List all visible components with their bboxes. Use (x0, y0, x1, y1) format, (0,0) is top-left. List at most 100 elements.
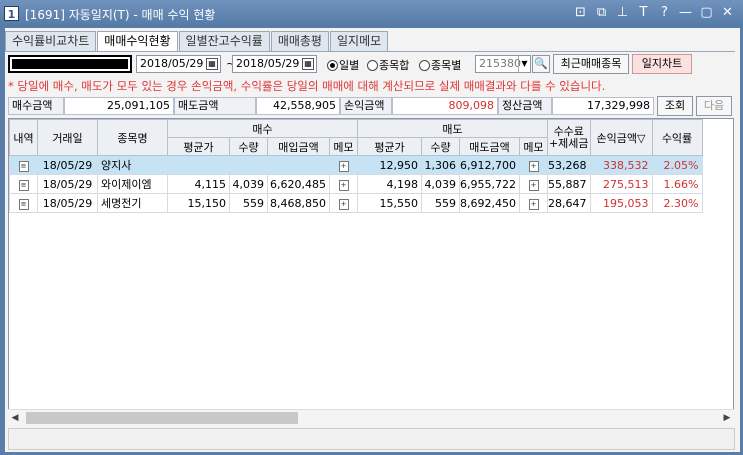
trade-table: 내역 거래일 종목명 매수 매도 수수료 +제세금 손익금액▽ 수익률 평균가 … (8, 118, 734, 425)
memo-icon[interactable]: + (528, 161, 539, 172)
cell-detail[interactable]: ≡ (9, 174, 38, 194)
header-name[interactable]: 종목명 (97, 119, 168, 156)
radio-by-stock-dot[interactable] (419, 59, 430, 71)
tab-bar: 수익률비교차트 매매수익현황 일별잔고수익률 매매총평 일지메모 (5, 31, 389, 52)
text-icon[interactable]: T (636, 5, 651, 21)
cell-buy-qty: 4,039 (229, 174, 268, 194)
tab-1[interactable]: 매매수익현황 (97, 31, 178, 52)
cell-detail[interactable]: ≡ (9, 155, 38, 175)
header-buy-qty[interactable]: 수량 (229, 137, 268, 156)
tab-3[interactable]: 매매총평 (270, 31, 329, 51)
table-row[interactable]: ≡ 18/05/29 와이제이엠 4,115 4,039 6,620,485 +4,198 4… (9, 174, 703, 194)
memo-icon[interactable]: + (338, 161, 349, 172)
tab-4[interactable]: 일지메모 (329, 31, 389, 51)
cell-pnl: 195,053 (589, 193, 653, 213)
help-icon[interactable]: ? (657, 5, 672, 21)
next-button[interactable]: 다음 (696, 96, 732, 116)
account-redaction (12, 59, 128, 69)
cell-buy-amt: 8,468,850 (267, 193, 330, 213)
date-to-field[interactable]: 2018/05/29 ▦ (232, 55, 317, 73)
sort-icon[interactable]: ▽ (637, 132, 645, 145)
search-icon[interactable]: 🔍 (532, 55, 550, 73)
window-title: [1691] 자동일지(T) - 매매 수익 현황 (25, 8, 216, 22)
header-buy-memo[interactable]: 메모 (329, 137, 358, 156)
cell-sell-memo[interactable]: + (519, 174, 548, 194)
memo-icon[interactable]: + (528, 180, 539, 191)
table-row[interactable]: ≡ 18/05/29 세명전기 15,150 559 8,468,850 +15,550 55… (9, 193, 703, 213)
recent-trades-button[interactable]: 최근매매종목 (553, 54, 629, 74)
radio-daily[interactable]: 일별 (327, 57, 359, 73)
header-sell-avg[interactable]: 평균가 (357, 137, 422, 156)
title-bar[interactable]: 1 [1691] 자동일지(T) - 매매 수익 현황 ⊡ ⧉ ⊥ T? — ▢ ✕ (0, 0, 743, 27)
toolbar: 2018/05/29 ▦ ~ 2018/05/29 ▦ 일별 종목합 종목별 2… (5, 53, 735, 75)
cell-sell-qty: 1,306 (421, 155, 460, 175)
status-bar (8, 428, 735, 450)
summary-bar: 매수금액 25,091,105 매도금액 42,558,905 손익금액 809… (5, 96, 735, 116)
minimize-icon[interactable]: — (678, 5, 693, 21)
cell-buy-memo[interactable]: + (329, 155, 358, 175)
radio-by-stock[interactable]: 종목별 (419, 57, 461, 73)
cell-sell-qty: 4,039 (421, 174, 460, 194)
memo-icon[interactable]: + (338, 199, 349, 210)
copy-icon[interactable]: ⧉ (594, 5, 609, 21)
cell-sell-memo[interactable]: + (519, 155, 548, 175)
restore-icon[interactable]: ⊡ (573, 5, 588, 21)
cell-detail[interactable]: ≡ (9, 193, 38, 213)
chevron-down-icon[interactable]: ▼ (518, 56, 530, 72)
cell-buy-avg: 15,150 (167, 193, 230, 213)
tab-2[interactable]: 일별잔고수익률 (178, 31, 270, 51)
header-sell-qty[interactable]: 수량 (421, 137, 460, 156)
header-rate[interactable]: 수익률 (651, 119, 703, 156)
scroll-left-icon[interactable]: ◀ (8, 410, 22, 426)
notice-text: * 당일에 매수, 매도가 모두 있는 경우 손익금액, 수익률은 당일의 매매… (8, 79, 606, 93)
account-field[interactable] (8, 55, 132, 73)
cell-fee: 28,647 (547, 193, 591, 213)
table-row[interactable]: ≡ 18/05/29 양지사 +12,950 1,306 6,912,700 +53,268… (9, 155, 703, 175)
cell-sell-memo[interactable]: + (519, 193, 548, 213)
detail-doc-icon[interactable]: ≡ (18, 180, 29, 191)
cell-buy-avg (167, 155, 230, 175)
maximize-icon[interactable]: ▢ (699, 5, 714, 21)
header-detail[interactable]: 내역 (9, 119, 38, 156)
journal-chart-button[interactable]: 일지차트 (632, 54, 692, 74)
tab-0[interactable]: 수익률비교차트 (5, 31, 97, 51)
cell-buy-memo[interactable]: + (329, 174, 358, 194)
calendar-icon[interactable]: ▦ (302, 58, 314, 70)
header-sell-amount[interactable]: 매도금액 (459, 137, 520, 156)
cell-pnl: 338,532 (589, 155, 653, 175)
scroll-right-icon[interactable]: ▶ (720, 410, 734, 426)
buy-amount-value: 25,091,105 (64, 97, 174, 115)
scroll-thumb[interactable] (26, 412, 298, 424)
detail-doc-icon[interactable]: ≡ (18, 199, 29, 210)
radio-stock-sum[interactable]: 종목합 (367, 57, 409, 73)
horizontal-scrollbar[interactable]: ◀ ▶ (8, 409, 734, 425)
date-from-field[interactable]: 2018/05/29 ▦ (136, 55, 221, 73)
settle-amount-value: 17,329,998 (552, 97, 654, 115)
memo-icon[interactable]: + (528, 199, 539, 210)
stock-code-combo[interactable]: 215380 ▼ (475, 55, 531, 73)
header-pnl[interactable]: 손익금액▽ (589, 119, 653, 156)
cell-pnl: 275,513 (589, 174, 653, 194)
cell-buy-avg: 4,115 (167, 174, 230, 194)
calendar-icon[interactable]: ▦ (206, 58, 218, 70)
memo-icon[interactable]: + (338, 180, 349, 191)
pnl-amount-value: 809,098 (392, 97, 498, 115)
sell-amount-label: 매도금액 (174, 97, 256, 115)
header-sell-memo[interactable]: 메모 (519, 137, 548, 156)
header-buy-avg[interactable]: 평균가 (167, 137, 230, 156)
header-fee-tax[interactable]: 수수료 +제세금 (547, 119, 591, 156)
header-date[interactable]: 거래일 (37, 119, 98, 156)
cell-buy-memo[interactable]: + (329, 193, 358, 213)
header-buy-amount[interactable]: 매입금액 (267, 137, 330, 156)
cell-rate: 1.66% (651, 174, 703, 194)
radio-daily-label: 일별 (339, 59, 360, 72)
radio-stock-sum-dot[interactable] (367, 59, 378, 71)
pin-icon[interactable]: ⊥ (615, 5, 630, 21)
settle-amount-label: 정산금액 (498, 97, 552, 115)
cell-buy-qty: 559 (229, 193, 268, 213)
close-icon[interactable]: ✕ (720, 5, 735, 21)
query-button[interactable]: 조회 (657, 96, 693, 116)
stock-code-value: 215380 (479, 57, 521, 70)
radio-daily-dot[interactable] (327, 59, 338, 71)
detail-doc-icon[interactable]: ≡ (18, 161, 29, 172)
